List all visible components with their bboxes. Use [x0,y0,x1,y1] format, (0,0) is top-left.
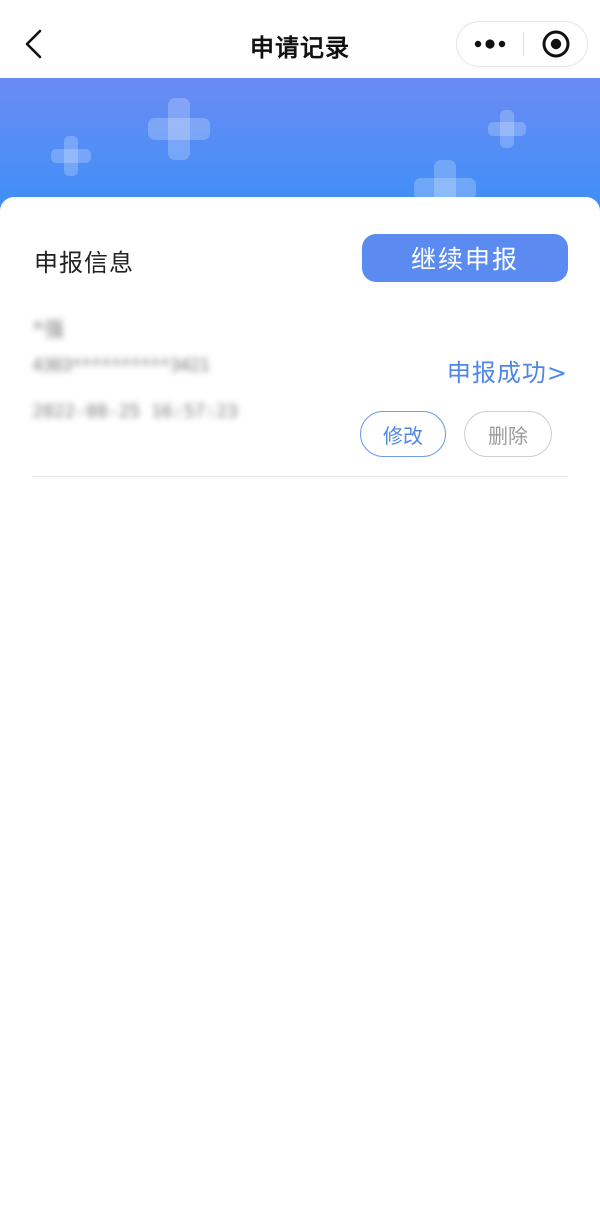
list-item[interactable]: *强 4303**********3421 2022-08-25 16:57:2… [32,307,568,477]
id-number: 4303**********3421 [32,355,210,376]
section-title: 申报信息 [34,249,134,277]
edit-button[interactable]: 修改 [360,411,446,457]
submit-time: 2022-08-25 16:57:23 [32,401,238,422]
target-circle-icon [542,30,570,58]
divider [32,476,568,477]
more-dots-icon [474,39,506,49]
nav-bar: 申请记录 [0,0,600,78]
more-button[interactable] [457,22,523,66]
mini-program-capsule [456,21,588,67]
close-button[interactable] [524,22,588,66]
application-card: 申报信息 继续申报 *强 4303**********3421 2022-08-… [0,197,600,1208]
applicant-name: *强 [32,317,65,341]
continue-apply-button[interactable]: 继续申报 [362,234,568,282]
delete-button[interactable]: 删除 [464,411,552,457]
status-link[interactable]: 申报成功> [447,353,568,388]
